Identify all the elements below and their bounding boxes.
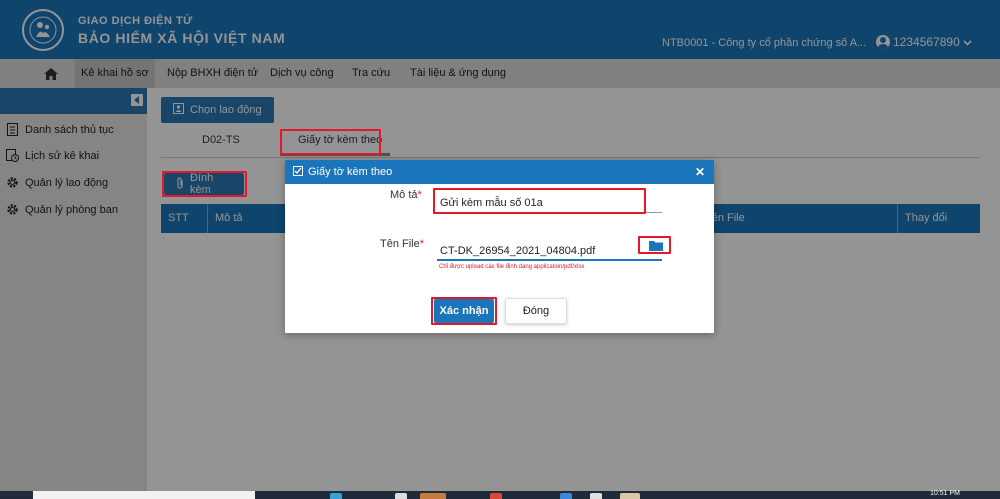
attachment-dialog: Giấy tờ kèm theo ✕ Mô tả* Gửi kèm mẫu số… [285,160,714,333]
highlight-browse [638,236,671,254]
highlight-attach-button [162,171,247,197]
os-taskbar: 10:51 PM [0,490,1000,499]
taskbar-app-icon[interactable] [620,493,640,499]
file-name-underline [437,259,662,261]
taskbar-search-box[interactable] [33,491,255,499]
file-name-label: Tên File* [380,238,425,250]
taskbar-app-icon[interactable] [395,493,407,499]
dialog-header: Giấy tờ kèm theo ✕ [285,160,714,184]
taskbar-clock[interactable]: 10:51 PM [930,490,960,497]
taskbar-app-icon[interactable] [590,493,602,499]
taskbar-app-icon[interactable] [330,493,342,499]
highlight-description [433,188,646,214]
highlight-confirm [431,297,497,325]
checkbox-icon [293,165,303,179]
close-button[interactable]: Đóng [505,298,567,324]
description-label: Mô tả* [390,189,422,201]
highlight-tab [280,129,381,155]
taskbar-app-icon[interactable] [560,493,572,499]
taskbar-app-icon[interactable] [420,493,446,499]
close-icon[interactable]: ✕ [695,166,705,178]
file-type-hint: Chỉ được upload các file định dạng appli… [439,264,585,270]
dialog-title: Giấy tờ kèm theo [308,166,393,178]
file-name-input[interactable]: CT-DK_26954_2021_04804.pdf [440,245,595,257]
taskbar-app-icon[interactable] [490,493,502,499]
